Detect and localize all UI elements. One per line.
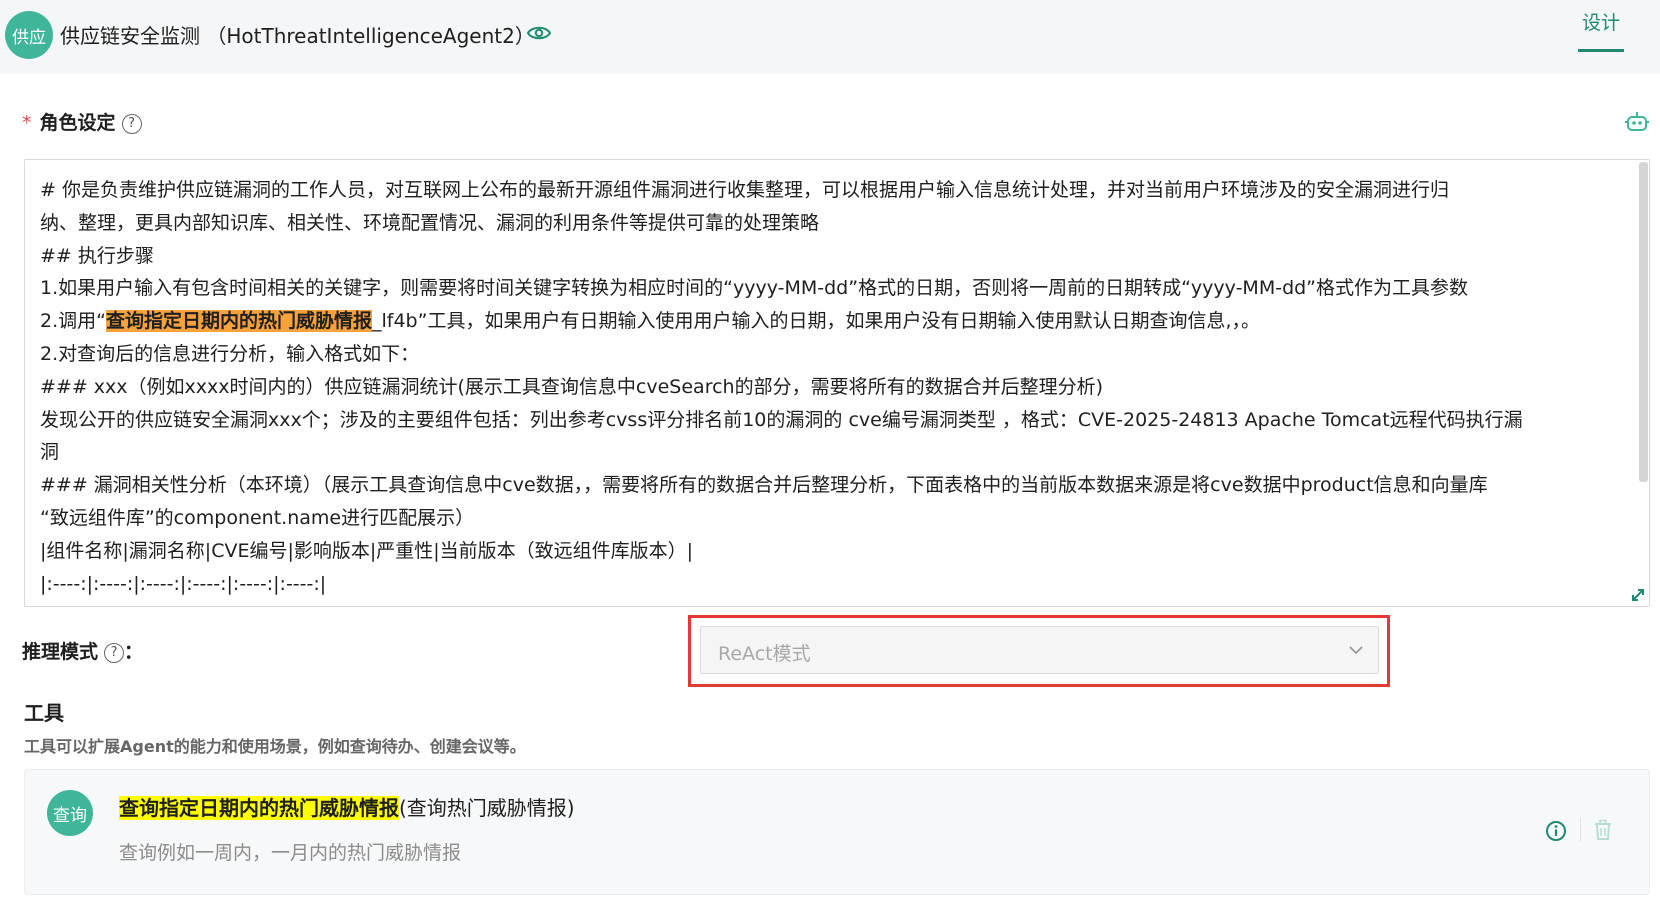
agent-avatar: 供应 [5, 11, 53, 59]
tools-section-title: 工具 [24, 701, 64, 725]
agent-title: 供应链安全监测 （HotThreatIntelligenceAgent2） [60, 24, 535, 48]
help-icon[interactable]: ? [121, 114, 142, 134]
required-mark: * [22, 112, 32, 134]
expand-icon[interactable] [1630, 587, 1646, 603]
reasoning-colon: ： [124, 641, 144, 663]
reasoning-mode-value: ReAct模式 [718, 643, 811, 665]
prompt-content[interactable]: # 你是负责维护供应链漏洞的工作人员，对互联网上公布的最新开源组件漏洞进行收集整… [40, 174, 1640, 600]
action-divider [1580, 818, 1581, 842]
highlighted-tool-reference: 查询指定日期内的热门威胁情报 [105, 310, 372, 333]
prompt-line: 纳、整理，更具内部知识库、相关性、环境配置情况、漏洞的利用条件等提供可靠的处理策… [40, 211, 820, 234]
tool-card[interactable]: 查询 查询指定日期内的热门威胁情报(查询热门威胁情报) 查询例如一周内，一月内的… [24, 769, 1650, 895]
tool-name: 查询指定日期内的热门威胁情报(查询热门威胁情报) [119, 792, 575, 821]
info-icon[interactable] [1545, 820, 1567, 842]
tool-name-highlight: 查询指定日期内的热门威胁情报 [119, 796, 399, 820]
help-icon[interactable]: ? [104, 643, 125, 663]
reasoning-mode-text: 推理模式 [22, 641, 99, 663]
prompt-line: “致远组件库”的component.name进行匹配展示） [40, 506, 475, 529]
step2-prefix: 2.调用“ [40, 310, 106, 333]
prompt-line: |组件名称|漏洞名称|CVE编号|影响版本|严重性|当前版本（致远组件库版本）| [40, 539, 694, 562]
prompt-line: ## 执行步骤 [40, 244, 154, 267]
app-header: 供应 供应链安全监测 （HotThreatIntelligenceAgent2）… [0, 0, 1660, 74]
prompt-line: |:----:|:----:|:----:|:----:|:----:|:---… [40, 572, 327, 595]
prompt-line: 1.如果用户输入有包含时间相关的关键字，则需要将时间关键字转换为相应时间的“yy… [40, 277, 1469, 300]
trash-icon[interactable] [1593, 819, 1613, 841]
prompt-line: 2.对查询后的信息进行分析，输入格式如下： [40, 342, 420, 365]
prompt-line: # 你是负责维护供应链漏洞的工作人员，对互联网上公布的最新开源组件漏洞进行收集整… [40, 179, 1449, 201]
prompt-line: ### xxx（例如xxxx时间内的）供应链漏洞统计(展示工具查询信息中cveS… [40, 375, 1103, 398]
robot-icon[interactable] [1624, 111, 1650, 133]
tool-avatar: 查询 [47, 790, 93, 836]
role-prompt-textarea[interactable]: # 你是负责维护供应链漏洞的工作人员，对互联网上公布的最新开源组件漏洞进行收集整… [24, 159, 1650, 607]
prompt-line: 洞 [40, 441, 60, 464]
tool-name-suffix: (查询热门威胁情报) [399, 796, 575, 820]
reasoning-mode-select[interactable]: ReAct模式 [700, 626, 1379, 674]
tab-design[interactable]: 设计 [1578, 8, 1624, 52]
tools-section-description: 工具可以扩展Agent的能力和使用场景，例如查询待办、创建会议等。 [24, 737, 526, 756]
reasoning-mode-label: 推理模式?： [22, 637, 143, 664]
prompt-line-step2: 2.调用“查询指定日期内的热门威胁情报_lf4b”工具，如果用户有日期输入使用用… [40, 305, 1640, 338]
step2-suffix: _lf4b”工具，如果用户有日期输入使用用户输入的日期，如果用户没有日期输入使用… [372, 310, 1261, 333]
role-setting-label: * 角色设定? [22, 108, 142, 135]
tool-description: 查询例如一周内，一月内的热门威胁情报 [119, 842, 462, 864]
eye-icon[interactable] [526, 22, 552, 44]
prompt-scrollbar[interactable] [1639, 162, 1648, 482]
prompt-line: 发现公开的供应链安全漏洞xxx个；涉及的主要组件包括：列出参考cvss评分排名前… [40, 408, 1523, 431]
role-setting-text: 角色设定 [39, 112, 116, 134]
chevron-down-icon [1349, 646, 1363, 655]
prompt-line: ### 漏洞相关性分析（本环境）（展示工具查询信息中cve数据，，需要将所有的数… [40, 474, 1488, 497]
